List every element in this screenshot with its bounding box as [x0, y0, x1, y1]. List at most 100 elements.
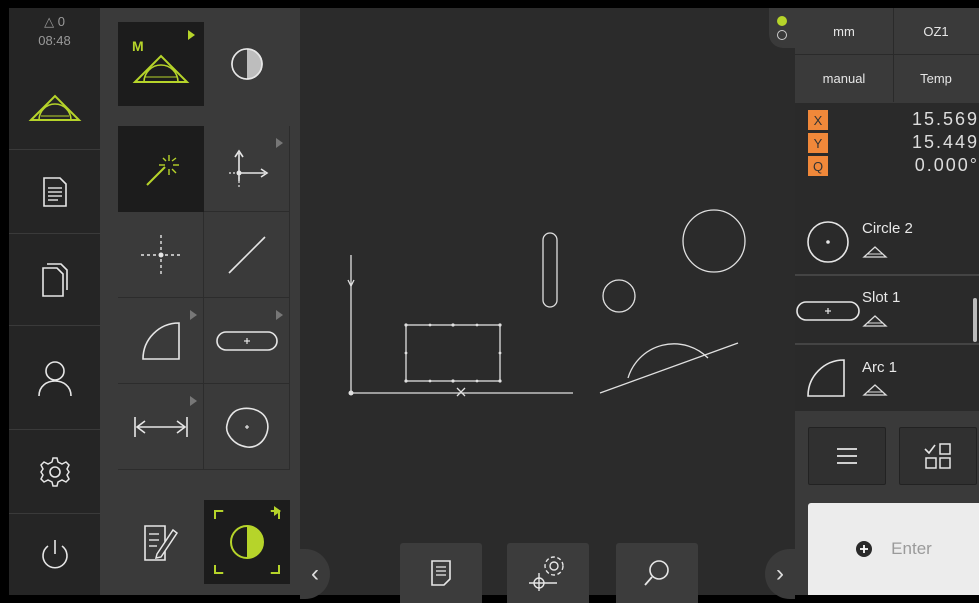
arc-feature	[627, 343, 709, 379]
submenu-arrow-icon	[190, 310, 197, 320]
main-menu: △ 0 08:48	[9, 8, 100, 595]
status-count: 0	[57, 14, 65, 29]
x-axis-marker	[456, 387, 466, 397]
unit-button[interactable]: mm	[795, 8, 894, 55]
line-feature	[599, 342, 739, 394]
coordinate-system-button[interactable]	[204, 126, 290, 212]
feature-item-arc[interactable]: Arc 1	[795, 345, 979, 411]
arc-feature-icon	[807, 359, 845, 397]
measure-mode-label: M	[132, 38, 144, 54]
zero-point-button[interactable]: OZ1	[893, 8, 979, 55]
gear-icon	[39, 456, 70, 487]
feature-name: Circle 2	[862, 220, 913, 237]
temp-button[interactable]: Temp	[893, 54, 979, 102]
workspace-canvas[interactable]: ‹ ›	[300, 8, 795, 603]
play-arrow-icon	[274, 506, 281, 516]
list-menu-button[interactable]	[808, 427, 886, 485]
line-icon	[227, 235, 266, 274]
blob-icon	[225, 407, 269, 448]
report-document-icon	[42, 176, 67, 207]
measure-triangle-icon	[28, 94, 81, 121]
notes-edit-icon	[144, 525, 179, 561]
circle-feature-icon	[807, 221, 849, 263]
view-settings-icon	[529, 556, 564, 591]
axis-label-q: Q	[808, 156, 828, 176]
chevron-left-icon: ‹	[311, 560, 319, 587]
circle-large-feature	[682, 209, 746, 273]
arc-tool-button[interactable]	[118, 298, 204, 384]
blob-tool-button[interactable]	[204, 384, 290, 470]
slot-feature-icon	[796, 301, 860, 321]
nav-user[interactable]	[9, 326, 100, 430]
nav-settings[interactable]	[9, 430, 100, 514]
arc-icon	[141, 321, 180, 360]
measure-triangle-icon	[862, 315, 888, 327]
contrast-icon	[231, 48, 263, 80]
axis-label-x: X	[808, 110, 828, 130]
status-dot-active	[777, 16, 787, 26]
measure-triangle-icon	[862, 246, 888, 258]
rectangle-feature	[405, 324, 501, 382]
measure-manual-icon	[132, 54, 190, 83]
circle-small-feature	[602, 279, 636, 313]
list-scrollbar[interactable]	[973, 298, 977, 342]
submenu-arrow-icon	[190, 396, 197, 406]
contrast-button[interactable]	[204, 22, 290, 106]
distance-tool-button[interactable]	[118, 384, 204, 470]
select-features-button[interactable]	[899, 427, 977, 485]
report-button[interactable]	[400, 543, 482, 603]
submenu-arrow-icon	[276, 138, 283, 148]
feature-item-slot[interactable]: Slot 1	[795, 276, 979, 345]
position-display: X 15.569 Y 15.449 Q 0.000°	[795, 103, 979, 207]
coordinate-axes-icon	[228, 149, 268, 187]
axis-value-y: 15.449	[911, 132, 979, 152]
report-icon	[431, 560, 451, 586]
feature-name: Arc 1	[862, 359, 898, 376]
axis-label-y: Y	[808, 133, 828, 153]
contrast-active-button[interactable]	[204, 500, 290, 584]
feature-drawing	[347, 209, 746, 397]
tool-palette: M	[100, 8, 300, 595]
point-crosshair-icon	[140, 234, 181, 275]
power-icon	[41, 539, 68, 568]
clock: 08:48	[38, 33, 71, 48]
auto-detect-button[interactable]	[118, 126, 204, 212]
nav-measure[interactable]	[9, 66, 100, 150]
select-grid-icon	[924, 443, 951, 469]
status-area: △ 0 08:48	[9, 8, 100, 66]
distance-icon	[133, 416, 188, 437]
axis-value-x: 15.569	[911, 109, 979, 129]
zoom-icon	[644, 560, 669, 586]
slot-icon	[215, 330, 278, 351]
play-arrow-icon	[188, 30, 195, 40]
slot-tool-button[interactable]	[204, 298, 290, 384]
line-tool-button[interactable]	[204, 212, 290, 298]
nav-file-management[interactable]	[9, 234, 100, 326]
plus-circle-icon	[856, 541, 873, 557]
auto-detect-wand-icon	[146, 155, 179, 186]
notes-button[interactable]	[118, 500, 204, 584]
selection-frame	[214, 510, 280, 574]
axis-value-q: 0.000°	[914, 155, 979, 175]
view-settings-button[interactable]	[507, 543, 589, 603]
measure-triangle-icon	[862, 384, 888, 396]
zoom-button[interactable]	[616, 543, 698, 603]
nav-power[interactable]	[9, 514, 100, 595]
mode-button[interactable]: manual	[795, 54, 894, 102]
hamburger-menu-icon	[837, 448, 857, 464]
enter-button[interactable]: Enter	[808, 503, 979, 595]
point-tool-button[interactable]	[118, 212, 204, 298]
nav-report[interactable]	[9, 150, 100, 234]
chevron-right-icon: ›	[776, 560, 784, 587]
user-icon	[37, 360, 72, 396]
connection-status	[769, 8, 795, 48]
feature-item-circle[interactable]: Circle 2	[795, 207, 979, 276]
status-triangle-icon: △	[44, 14, 55, 29]
files-icon	[41, 262, 68, 297]
slot-feature	[542, 232, 558, 308]
submenu-arrow-icon	[276, 310, 283, 320]
enter-label: Enter	[891, 539, 932, 558]
inspector-panel: mm OZ1 manual Temp X 15.569 Y 15.449 Q 0…	[769, 8, 979, 595]
measure-mode-button[interactable]: M	[118, 22, 204, 106]
status-dot-inactive	[777, 30, 787, 40]
